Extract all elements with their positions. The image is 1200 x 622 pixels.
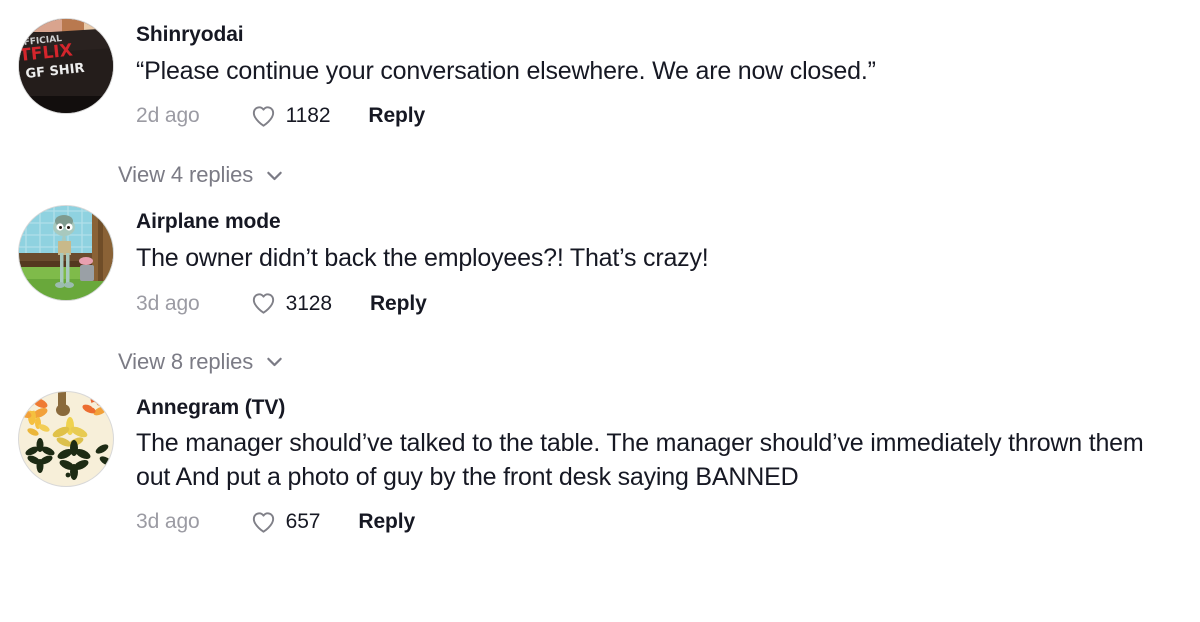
avatar[interactable] — [18, 205, 114, 302]
comment-feed: FFICIAL TFLIX GF SHIR Shinryodai “Please… — [0, 0, 1200, 537]
comment-username[interactable]: Airplane mode — [136, 210, 1200, 235]
comment-timestamp: 3d ago — [136, 510, 200, 534]
comment-timestamp: 3d ago — [136, 291, 200, 315]
comment-item: FFICIAL TFLIX GF SHIR Shinryodai “Please… — [0, 0, 1200, 131]
comment-item: Annegram (TV) The manager should’ve talk… — [0, 375, 1200, 538]
comment-meta-row: 2d ago 1182 Reply — [136, 101, 1200, 131]
view-replies-label: View 4 replies — [118, 162, 254, 188]
comment-body: Shinryodai “Please continue your convers… — [136, 18, 1200, 131]
avatar[interactable]: FFICIAL TFLIX GF SHIR — [18, 18, 114, 114]
comment-body: Annegram (TV) The manager should’ve talk… — [136, 391, 1200, 538]
heart-icon — [252, 512, 274, 533]
view-replies-button[interactable]: View 8 replies — [118, 349, 1200, 375]
avatar[interactable] — [18, 390, 114, 487]
comment-meta-row: 3d ago 657 Reply — [136, 507, 1200, 537]
heart-icon — [252, 293, 274, 314]
comment-username[interactable]: Shinryodai — [136, 23, 1200, 48]
comment-text: The manager should’ve talked to the tabl… — [136, 429, 1144, 491]
like-count: 1182 — [285, 104, 331, 128]
comment-meta-row: 3d ago 3128 Reply — [136, 289, 1200, 319]
like-button[interactable]: 657 — [250, 509, 321, 536]
comment-body: Airplane mode The owner didn’t back the … — [136, 205, 1200, 318]
floral-pattern-avatar — [19, 391, 113, 486]
view-replies-button[interactable]: View 4 replies — [118, 162, 1200, 188]
reply-button[interactable]: Reply — [358, 510, 415, 534]
comment-text: The owner didn’t back the employees?! Th… — [136, 244, 709, 273]
comment-item: Airplane mode The owner didn’t back the … — [0, 188, 1200, 318]
squidward-cartoon-avatar — [19, 206, 113, 301]
netflix-shirt-photo-avatar: FFICIAL TFLIX GF SHIR — [19, 19, 113, 113]
comment-timestamp: 2d ago — [136, 104, 200, 128]
like-button[interactable]: 1182 — [250, 103, 331, 130]
comment-text: “Please continue your conversation elsew… — [136, 56, 876, 85]
like-button[interactable]: 3128 — [250, 290, 332, 317]
like-count: 3128 — [285, 291, 332, 315]
heart-icon — [252, 106, 274, 127]
chevron-down-icon — [267, 357, 282, 367]
view-replies-label: View 8 replies — [118, 348, 254, 374]
reply-button[interactable]: Reply — [370, 292, 427, 316]
chevron-down-icon — [267, 171, 282, 180]
like-count: 657 — [285, 510, 321, 534]
comment-username[interactable]: Annegram (TV) — [136, 396, 1200, 421]
reply-button[interactable]: Reply — [368, 104, 425, 128]
